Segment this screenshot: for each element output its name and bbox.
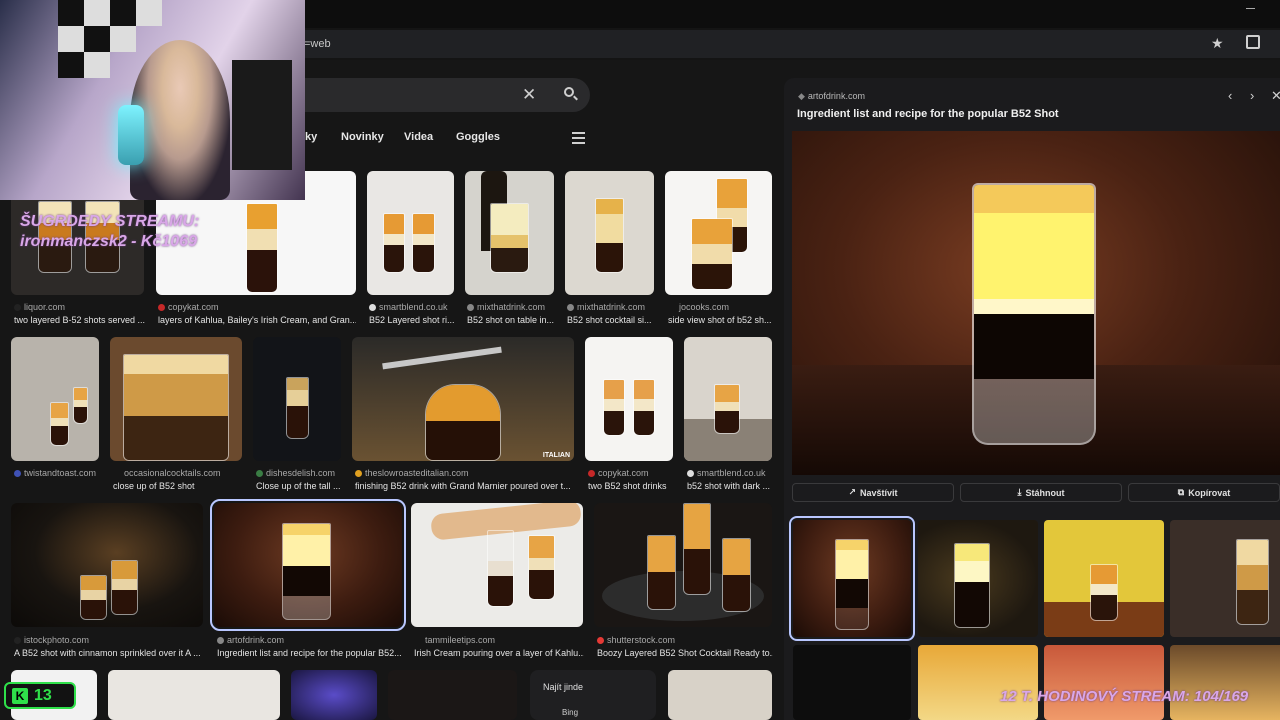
result-image[interactable] bbox=[11, 503, 203, 627]
related-image-selected[interactable] bbox=[789, 516, 915, 641]
related-image[interactable] bbox=[918, 645, 1038, 720]
download-icon: ⤓ bbox=[1017, 487, 1022, 497]
panel-title[interactable]: Ingredient list and recipe for the popul… bbox=[797, 108, 1059, 120]
search-icon[interactable] bbox=[564, 87, 578, 101]
arrow-up-right-icon: ↗ bbox=[848, 487, 856, 497]
result-source: occasionalcocktails.com bbox=[124, 468, 221, 478]
result-image[interactable] bbox=[684, 337, 772, 461]
minimize-icon[interactable] bbox=[1246, 8, 1255, 9]
result-caption[interactable]: Boozy Layered B52 Shot Cocktail Ready to… bbox=[597, 648, 773, 658]
result-caption[interactable]: side view shot of b52 sh... bbox=[668, 315, 774, 325]
related-image[interactable] bbox=[1044, 520, 1164, 637]
image-watermark: ITALIAN bbox=[542, 452, 570, 459]
related-image[interactable] bbox=[1170, 645, 1280, 720]
result-caption[interactable]: Ingredient list and recipe for the popul… bbox=[217, 648, 403, 658]
bing-link[interactable]: Bing bbox=[562, 708, 578, 717]
result-image[interactable] bbox=[291, 670, 377, 720]
result-caption[interactable]: A B52 shot with cinnamon sprinkled over … bbox=[14, 648, 204, 658]
result-image[interactable]: ITALIAN bbox=[352, 337, 574, 461]
result-image[interactable] bbox=[565, 171, 654, 295]
visit-label: Navštívit bbox=[860, 487, 898, 498]
preview-image[interactable] bbox=[792, 131, 1280, 475]
result-image[interactable] bbox=[388, 670, 517, 720]
result-source: liquor.com bbox=[24, 302, 66, 312]
result-image[interactable] bbox=[665, 171, 772, 295]
result-image[interactable] bbox=[465, 171, 554, 295]
related-image[interactable] bbox=[1044, 645, 1164, 720]
related-image[interactable] bbox=[1170, 520, 1280, 637]
result-source: theslowroasteditalian.com bbox=[365, 468, 469, 478]
result-image[interactable] bbox=[594, 503, 772, 627]
result-caption[interactable]: B52 shot cocktail si... bbox=[567, 315, 655, 325]
close-icon[interactable]: ✕ bbox=[522, 85, 536, 105]
tab-videos[interactable]: Videa bbox=[404, 131, 433, 143]
result-caption[interactable]: close up of B52 shot bbox=[113, 481, 243, 491]
result-image[interactable] bbox=[668, 670, 772, 720]
result-caption[interactable]: Close up of the tall ... bbox=[256, 481, 344, 491]
tab-news[interactable]: Novinky bbox=[341, 131, 384, 143]
related-image[interactable] bbox=[918, 520, 1038, 637]
result-image[interactable] bbox=[11, 337, 99, 461]
search-input[interactable] bbox=[290, 78, 590, 112]
webcam-overlay bbox=[0, 0, 305, 200]
result-source: dishesdelish.com bbox=[266, 468, 336, 478]
result-image[interactable] bbox=[411, 503, 583, 627]
chevron-right-icon[interactable]: › bbox=[1250, 88, 1254, 103]
address-bar[interactable] bbox=[290, 30, 1280, 58]
download-button[interactable]: ⤓ Stáhnout bbox=[960, 483, 1122, 502]
filter-icon[interactable] bbox=[572, 131, 585, 144]
chevron-left-icon[interactable]: ‹ bbox=[1228, 88, 1232, 103]
result-image[interactable] bbox=[110, 337, 242, 461]
find-elsewhere-label: Najít jinde bbox=[543, 682, 584, 692]
result-source: copykat.com bbox=[168, 302, 219, 312]
result-caption[interactable]: layers of Kahlua, Bailey's Irish Cream, … bbox=[158, 315, 356, 325]
result-caption[interactable]: Irish Cream pouring over a layer of Kahl… bbox=[414, 648, 584, 658]
result-image[interactable] bbox=[367, 171, 454, 295]
result-caption[interactable]: b52 shot with dark ... bbox=[687, 481, 773, 491]
result-source: shutterstock.com bbox=[607, 635, 676, 645]
result-image[interactable] bbox=[253, 337, 341, 461]
tab-images[interactable]: ky bbox=[305, 131, 317, 143]
result-source: copykat.com bbox=[598, 468, 649, 478]
star-icon[interactable]: ★ bbox=[1211, 35, 1224, 52]
stream-goal-text: 12 T. HODINOVÝ STREAM: 104/169 bbox=[1000, 688, 1249, 705]
result-caption[interactable]: finishing B52 drink with Grand Marnier p… bbox=[355, 481, 575, 491]
result-image-selected[interactable] bbox=[210, 499, 406, 631]
result-source: istockphoto.com bbox=[24, 635, 90, 645]
result-source: mixthatdrink.com bbox=[577, 302, 646, 312]
puzzle-icon[interactable] bbox=[1246, 35, 1260, 49]
tab-goggles[interactable]: Goggles bbox=[456, 131, 500, 143]
result-source: mixthatdrink.com bbox=[477, 302, 546, 312]
visit-button[interactable]: ↗ Navštívit bbox=[792, 483, 954, 502]
donor-title: ŠUGRDEDY STREAMU: bbox=[20, 213, 200, 230]
result-caption[interactable]: two B52 shot drinks bbox=[588, 481, 676, 491]
panel-source[interactable]: artofdrink.com bbox=[808, 91, 865, 101]
result-source: smartblend.co.uk bbox=[697, 468, 766, 478]
donor-name: ironmanczsk2 - Kč1069 bbox=[20, 233, 197, 250]
result-caption[interactable]: B52 shot on table in... bbox=[467, 315, 555, 325]
result-image[interactable] bbox=[585, 337, 673, 461]
result-source: twistandtoast.com bbox=[24, 468, 97, 478]
viewer-count: 13 bbox=[34, 686, 52, 704]
find-elsewhere-card[interactable] bbox=[530, 670, 656, 720]
result-source: tammileetips.com bbox=[425, 635, 496, 645]
copy-label: Kopírovat bbox=[1188, 487, 1231, 498]
copy-button[interactable]: ⧉ Kopírovat bbox=[1128, 483, 1280, 502]
download-label: Stáhnout bbox=[1025, 487, 1065, 498]
diamond-icon: ◆ bbox=[798, 91, 805, 101]
kick-viewer-badge: K 13 bbox=[4, 682, 76, 709]
result-source: jocooks.com bbox=[679, 302, 730, 312]
result-source: artofdrink.com bbox=[227, 635, 285, 645]
result-image[interactable] bbox=[108, 670, 280, 720]
url-text[interactable]: =web bbox=[304, 38, 331, 50]
result-caption[interactable]: two layered B-52 shots served ... bbox=[14, 315, 146, 325]
related-image[interactable] bbox=[793, 645, 911, 720]
scrollbar[interactable] bbox=[1272, 78, 1280, 720]
kick-logo-icon: K bbox=[12, 687, 28, 704]
result-source: smartblend.co.uk bbox=[379, 302, 448, 312]
copy-icon: ⧉ bbox=[1177, 487, 1185, 497]
result-caption[interactable]: B52 Layered shot ri... bbox=[369, 315, 457, 325]
